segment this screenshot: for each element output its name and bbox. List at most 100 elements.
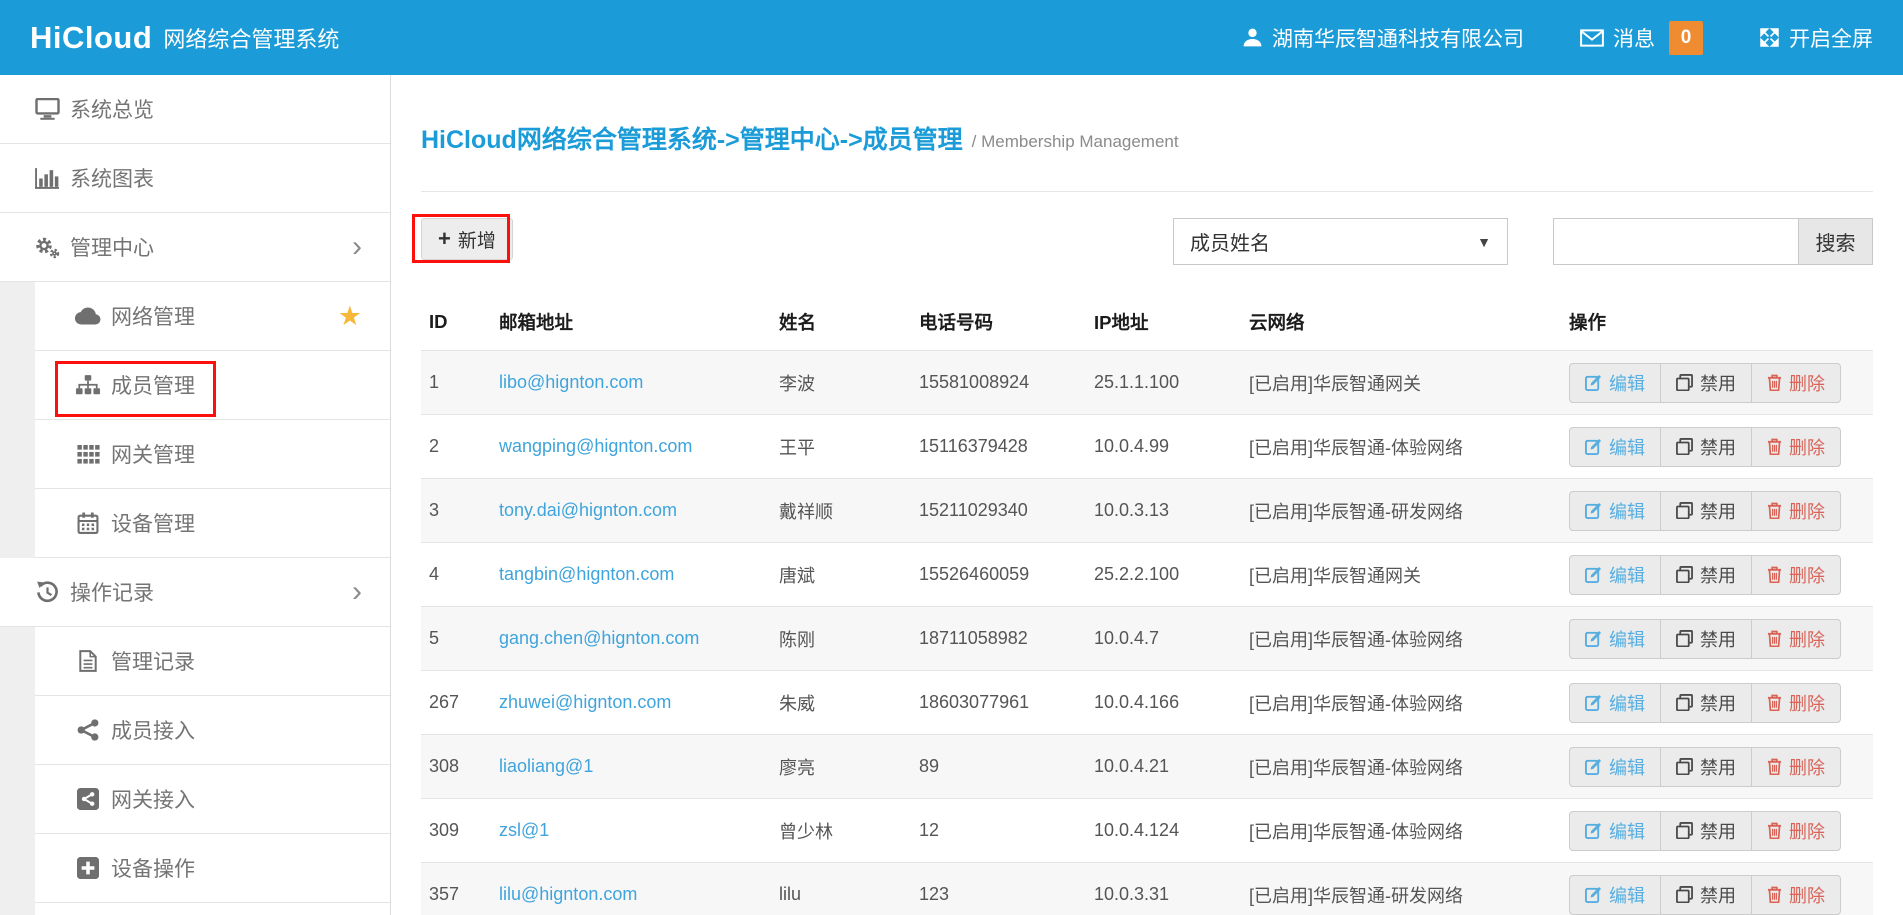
plus-icon: + [438, 228, 451, 250]
row-actions: 编辑 禁用 删除 [1569, 875, 1841, 915]
sidebar-item-network-management[interactable]: 网络管理 ★ [35, 282, 390, 351]
chevron-right-icon: › [352, 577, 362, 607]
member-email-link[interactable]: lilu@hignton.com [499, 884, 637, 904]
sidebar-item-member-management[interactable]: 成员管理 [35, 351, 390, 420]
delete-button[interactable]: 删除 [1752, 556, 1840, 594]
clone-icon [1676, 886, 1693, 903]
sidebar-item-system-overview[interactable]: 系统总览 [0, 75, 390, 144]
bar-chart-icon [34, 168, 60, 189]
member-table-body: 1 libo@hignton.com 李波 15581008924 25.1.1… [421, 351, 1873, 915]
disable-button[interactable]: 禁用 [1661, 812, 1752, 850]
edit-icon [1585, 758, 1602, 775]
cell-name: 王平 [771, 415, 911, 479]
sidebar-item-management-center[interactable]: 管理中心 › [0, 213, 390, 282]
col-header-ip: IP地址 [1086, 299, 1241, 351]
edit-button[interactable]: 编辑 [1570, 556, 1661, 594]
edit-button[interactable]: 编辑 [1570, 620, 1661, 658]
fullscreen-toggle[interactable]: 开启全屏 [1759, 23, 1873, 53]
member-email-link[interactable]: tony.dai@hignton.com [499, 500, 677, 520]
delete-button[interactable]: 删除 [1752, 428, 1840, 466]
cell-phone: 18711058982 [911, 607, 1086, 671]
member-table: ID 邮箱地址 姓名 电话号码 IP地址 云网络 操作 1 libo@hignt… [421, 299, 1873, 915]
sidebar-item-gateway-management[interactable]: 网关管理 [35, 420, 390, 489]
edit-button[interactable]: 编辑 [1570, 876, 1661, 914]
filter-field-select[interactable]: 成员姓名 ▼ [1173, 218, 1508, 265]
edit-icon [1585, 886, 1602, 903]
cell-network: [已启用]华辰智通-体验网络 [1241, 415, 1561, 479]
trash-icon [1767, 566, 1782, 583]
col-header-network: 云网络 [1241, 299, 1561, 351]
table-header-row: ID 邮箱地址 姓名 电话号码 IP地址 云网络 操作 [421, 299, 1873, 351]
delete-button[interactable]: 删除 [1752, 876, 1840, 914]
sidebar-item-management-records[interactable]: 管理记录 [35, 627, 390, 696]
sidebar-item-member-access[interactable]: 成员接入 [35, 696, 390, 765]
delete-button[interactable]: 删除 [1752, 748, 1840, 786]
messages-label: 消息 [1613, 23, 1655, 53]
disable-button[interactable]: 禁用 [1661, 748, 1752, 786]
row-actions: 编辑 禁用 删除 [1569, 555, 1841, 595]
cell-network: [已启用]华辰智通-体验网络 [1241, 799, 1561, 863]
disable-button[interactable]: 禁用 [1661, 876, 1752, 914]
trash-icon [1767, 374, 1782, 391]
edit-button[interactable]: 编辑 [1570, 748, 1661, 786]
delete-button[interactable]: 删除 [1752, 812, 1840, 850]
cell-phone: 12 [911, 799, 1086, 863]
member-email-link[interactable]: wangping@hignton.com [499, 436, 692, 456]
member-email-link[interactable]: zhuwei@hignton.com [499, 692, 671, 712]
clone-icon [1676, 758, 1693, 775]
row-actions: 编辑 禁用 删除 [1569, 747, 1841, 787]
cell-ip: 10.0.4.21 [1086, 735, 1241, 799]
sidebar-item-operation-records[interactable]: 操作记录 › [0, 558, 390, 627]
disable-button[interactable]: 禁用 [1661, 428, 1752, 466]
delete-button[interactable]: 删除 [1752, 684, 1840, 722]
sidebar-item-device-operations[interactable]: 设备操作 [35, 834, 390, 903]
grid-icon [75, 445, 101, 464]
trash-icon [1767, 502, 1782, 519]
company-menu[interactable]: 湖南华辰智通科技有限公司 [1242, 23, 1524, 53]
add-member-button[interactable]: + 新增 [421, 218, 513, 260]
disable-button[interactable]: 禁用 [1661, 556, 1752, 594]
row-actions: 编辑 禁用 删除 [1569, 491, 1841, 531]
search-group: 搜索 [1553, 218, 1873, 265]
chevron-right-icon: › [352, 232, 362, 262]
table-row: 308 liaoliang@1 廖亮 89 10.0.4.21 [已启用]华辰智… [421, 735, 1873, 799]
edit-button[interactable]: 编辑 [1570, 812, 1661, 850]
brand-logo[interactable]: HiCloud [30, 20, 152, 56]
search-input[interactable] [1553, 218, 1799, 265]
sidebar-item-device-management[interactable]: 设备管理 [35, 489, 390, 558]
file-text-icon [75, 650, 101, 672]
delete-button[interactable]: 删除 [1752, 492, 1840, 530]
sitemap-icon [75, 375, 101, 395]
search-button[interactable]: 搜索 [1799, 218, 1873, 265]
disable-button[interactable]: 禁用 [1661, 492, 1752, 530]
sidebar-item-gateway-access[interactable]: 网关接入 [35, 765, 390, 834]
edit-button[interactable]: 编辑 [1570, 428, 1661, 466]
messages-menu[interactable]: 消息 0 [1580, 21, 1703, 55]
member-email-link[interactable]: liaoliang@1 [499, 756, 593, 776]
cell-ip: 25.2.2.100 [1086, 543, 1241, 607]
clone-icon [1676, 630, 1693, 647]
sidebar: 系统总览 系统图表 管理中心 › 网络管理 ★ 成员管理 [0, 75, 391, 915]
cell-ip: 10.0.4.99 [1086, 415, 1241, 479]
disable-button[interactable]: 禁用 [1661, 364, 1752, 402]
trash-icon [1767, 630, 1782, 647]
member-email-link[interactable]: zsl@1 [499, 820, 549, 840]
cell-ip: 10.0.4.124 [1086, 799, 1241, 863]
disable-button[interactable]: 禁用 [1661, 684, 1752, 722]
edit-button[interactable]: 编辑 [1570, 492, 1661, 530]
edit-icon [1585, 694, 1602, 711]
edit-button[interactable]: 编辑 [1570, 364, 1661, 402]
clone-icon [1676, 438, 1693, 455]
cell-name: 戴祥顺 [771, 479, 911, 543]
member-email-link[interactable]: gang.chen@hignton.com [499, 628, 699, 648]
edit-button[interactable]: 编辑 [1570, 684, 1661, 722]
row-actions: 编辑 禁用 删除 [1569, 427, 1841, 467]
member-email-link[interactable]: tangbin@hignton.com [499, 564, 674, 584]
cell-id: 308 [421, 735, 491, 799]
disable-button[interactable]: 禁用 [1661, 620, 1752, 658]
delete-button[interactable]: 删除 [1752, 620, 1840, 658]
clone-icon [1676, 374, 1693, 391]
delete-button[interactable]: 删除 [1752, 364, 1840, 402]
member-email-link[interactable]: libo@hignton.com [499, 372, 643, 392]
sidebar-item-system-charts[interactable]: 系统图表 [0, 144, 390, 213]
